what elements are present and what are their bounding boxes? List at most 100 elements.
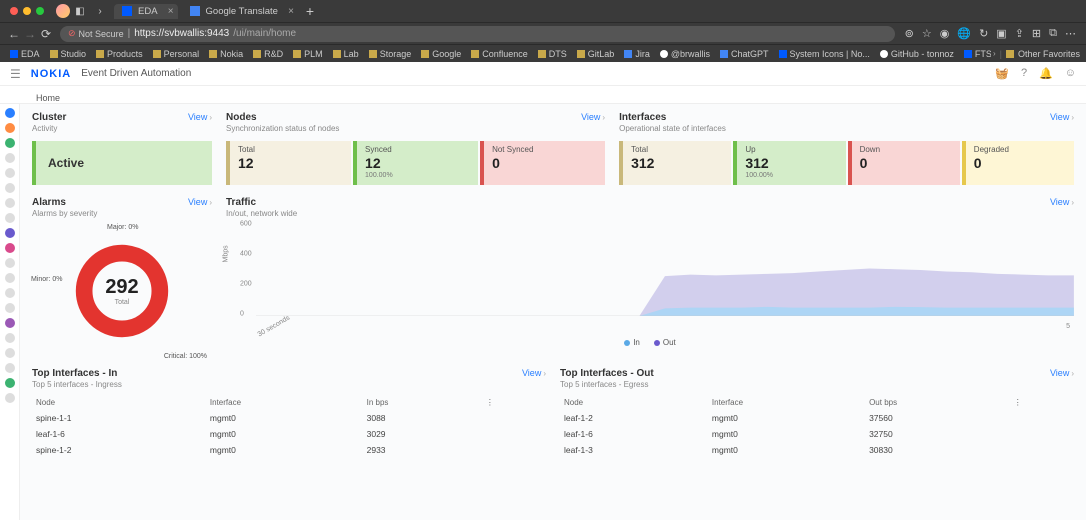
rail-item[interactable] xyxy=(5,393,15,403)
rail-item[interactable] xyxy=(5,228,15,238)
rail-item[interactable] xyxy=(5,108,15,118)
table-header: Interface xyxy=(708,395,865,410)
ext3-icon[interactable]: ↻ xyxy=(979,27,988,40)
bookmark-item[interactable]: @brwallis xyxy=(656,49,714,59)
cluster-view-link[interactable]: View › xyxy=(188,112,212,122)
rail-item[interactable] xyxy=(5,258,15,268)
table-row[interactable]: leaf-1-3mgmt030830 xyxy=(560,442,1074,458)
bookmark-item[interactable]: Personal xyxy=(149,49,204,59)
bookmark-item[interactable]: Jira xyxy=(620,49,654,59)
rail-item[interactable] xyxy=(5,378,15,388)
table-row[interactable]: spine-1-2mgmt02933 xyxy=(32,442,546,458)
bookmark-item[interactable]: PLM xyxy=(289,49,327,59)
ext2-icon[interactable]: 🌐 xyxy=(957,27,971,40)
rail-item[interactable] xyxy=(5,153,15,163)
rail-item[interactable] xyxy=(5,333,15,343)
table-menu-icon[interactable]: ⋮ xyxy=(1010,395,1074,410)
cluster-sub: Activity xyxy=(32,124,66,133)
table-row[interactable]: leaf-1-6mgmt032750 xyxy=(560,426,1074,442)
table-row[interactable]: leaf-1-2mgmt037560 xyxy=(560,410,1074,426)
profile-avatar[interactable] xyxy=(56,4,70,18)
rail-item[interactable] xyxy=(5,288,15,298)
other-favorites[interactable]: Other Favorites xyxy=(1018,49,1080,59)
rail-item[interactable] xyxy=(5,243,15,253)
basket-icon[interactable]: 🧺 xyxy=(995,67,1009,80)
rail-item[interactable] xyxy=(5,198,15,208)
tab-close-icon[interactable]: × xyxy=(168,6,174,17)
table-menu-icon[interactable]: ⋮ xyxy=(482,395,546,410)
bookmark-label: R&D xyxy=(264,49,283,59)
table-row[interactable]: spine-1-1mgmt03088 xyxy=(32,410,546,426)
bookmark-item[interactable]: Products xyxy=(92,49,147,59)
reload-button[interactable]: ⟳ xyxy=(38,27,54,41)
rail-item[interactable] xyxy=(5,303,15,313)
user-icon[interactable]: ☺ xyxy=(1065,67,1076,80)
back-button[interactable]: ← xyxy=(6,27,22,41)
bookmark-item[interactable]: System Icons | No... xyxy=(775,49,874,59)
bookmark-icon xyxy=(538,50,546,58)
bookmark-item[interactable]: ChatGPT xyxy=(716,49,773,59)
bookmark-item[interactable]: EDA xyxy=(6,49,44,59)
sidebar-toggle-icon[interactable]: ◧ xyxy=(74,5,86,17)
bookmark-item[interactable]: Nokia xyxy=(205,49,247,59)
rail-item[interactable] xyxy=(5,138,15,148)
bookmark-item[interactable]: Lab xyxy=(329,49,363,59)
tab-close-icon[interactable]: × xyxy=(288,6,294,17)
url-input[interactable]: ⊘Not Secure | https://svbwallis:9443/ui/… xyxy=(60,26,895,42)
rail-item[interactable] xyxy=(5,123,15,133)
star-icon[interactable]: ☆ xyxy=(922,27,932,40)
traffic-view-link[interactable]: View › xyxy=(1050,197,1074,207)
bookmark-item[interactable]: Studio xyxy=(46,49,91,59)
bookmark-icon xyxy=(577,50,585,58)
ext4-icon[interactable]: ▣ xyxy=(996,27,1006,40)
bookmark-item[interactable]: Confluence xyxy=(467,49,532,59)
rail-item[interactable] xyxy=(5,273,15,283)
nodes-view-link[interactable]: View › xyxy=(581,112,605,122)
forward-button[interactable]: → xyxy=(22,27,38,41)
window-max-icon[interactable] xyxy=(36,7,44,15)
bookmark-item[interactable]: Storage xyxy=(365,49,416,59)
bookmark-item[interactable]: R&D xyxy=(249,49,287,59)
ext7-icon[interactable]: ⧉ xyxy=(1049,27,1057,40)
traffic-sub: In/out, network wide xyxy=(226,209,297,218)
cluster-title: Cluster xyxy=(32,112,66,123)
rail-item[interactable] xyxy=(5,363,15,373)
rail-item[interactable] xyxy=(5,168,15,178)
arrow-icon[interactable]: › xyxy=(94,5,106,17)
bell-icon[interactable]: 🔔 xyxy=(1039,67,1053,80)
breadcrumb-bar: Home xyxy=(0,86,1086,104)
alarms-view-link[interactable]: View › xyxy=(188,197,212,207)
breadcrumb[interactable]: Home xyxy=(36,93,60,103)
bookmark-overflow-icon[interactable]: › xyxy=(993,49,996,58)
top-out-view-link[interactable]: View › xyxy=(1050,368,1074,378)
window-min-icon[interactable] xyxy=(23,7,31,15)
menu-icon[interactable]: ⋯ xyxy=(1065,27,1076,40)
help-icon[interactable]: ? xyxy=(1021,67,1027,80)
ext1-icon[interactable]: ◉ xyxy=(940,27,950,40)
stat-box: Total12 xyxy=(226,141,351,185)
top-out-title: Top Interfaces - Out xyxy=(560,368,654,379)
bookmark-item[interactable]: GitHub - tonnoz xyxy=(876,49,958,59)
nokia-logo: NOKIA xyxy=(31,68,71,80)
hamburger-icon[interactable]: ☰ xyxy=(10,67,21,81)
bookmark-item[interactable]: GitLab xyxy=(573,49,619,59)
new-tab-button[interactable]: + xyxy=(306,3,314,19)
bookmark-item[interactable]: DTS xyxy=(534,49,571,59)
bookmark-item[interactable]: FTS - no h/w xyxy=(960,49,991,59)
browser-tab[interactable]: Google Translate× xyxy=(182,4,298,19)
top-in-view-link[interactable]: View › xyxy=(522,368,546,378)
rail-item[interactable] xyxy=(5,183,15,193)
ext6-icon[interactable]: ⊞ xyxy=(1032,27,1041,40)
rail-item[interactable] xyxy=(5,213,15,223)
safe-icon[interactable]: ⊚ xyxy=(905,27,914,40)
ext5-icon[interactable]: ⇪ xyxy=(1015,27,1024,40)
bookmark-item[interactable]: Google xyxy=(417,49,465,59)
rail-item[interactable] xyxy=(5,318,15,328)
browser-tab[interactable]: EDA× xyxy=(114,4,178,19)
rail-item[interactable] xyxy=(5,348,15,358)
table-row[interactable]: leaf-1-6mgmt03029 xyxy=(32,426,546,442)
window-close-icon[interactable] xyxy=(10,7,18,15)
traffic-title: Traffic xyxy=(226,197,297,208)
stat-value: 12 xyxy=(365,155,470,171)
interfaces-view-link[interactable]: View › xyxy=(1050,112,1074,122)
